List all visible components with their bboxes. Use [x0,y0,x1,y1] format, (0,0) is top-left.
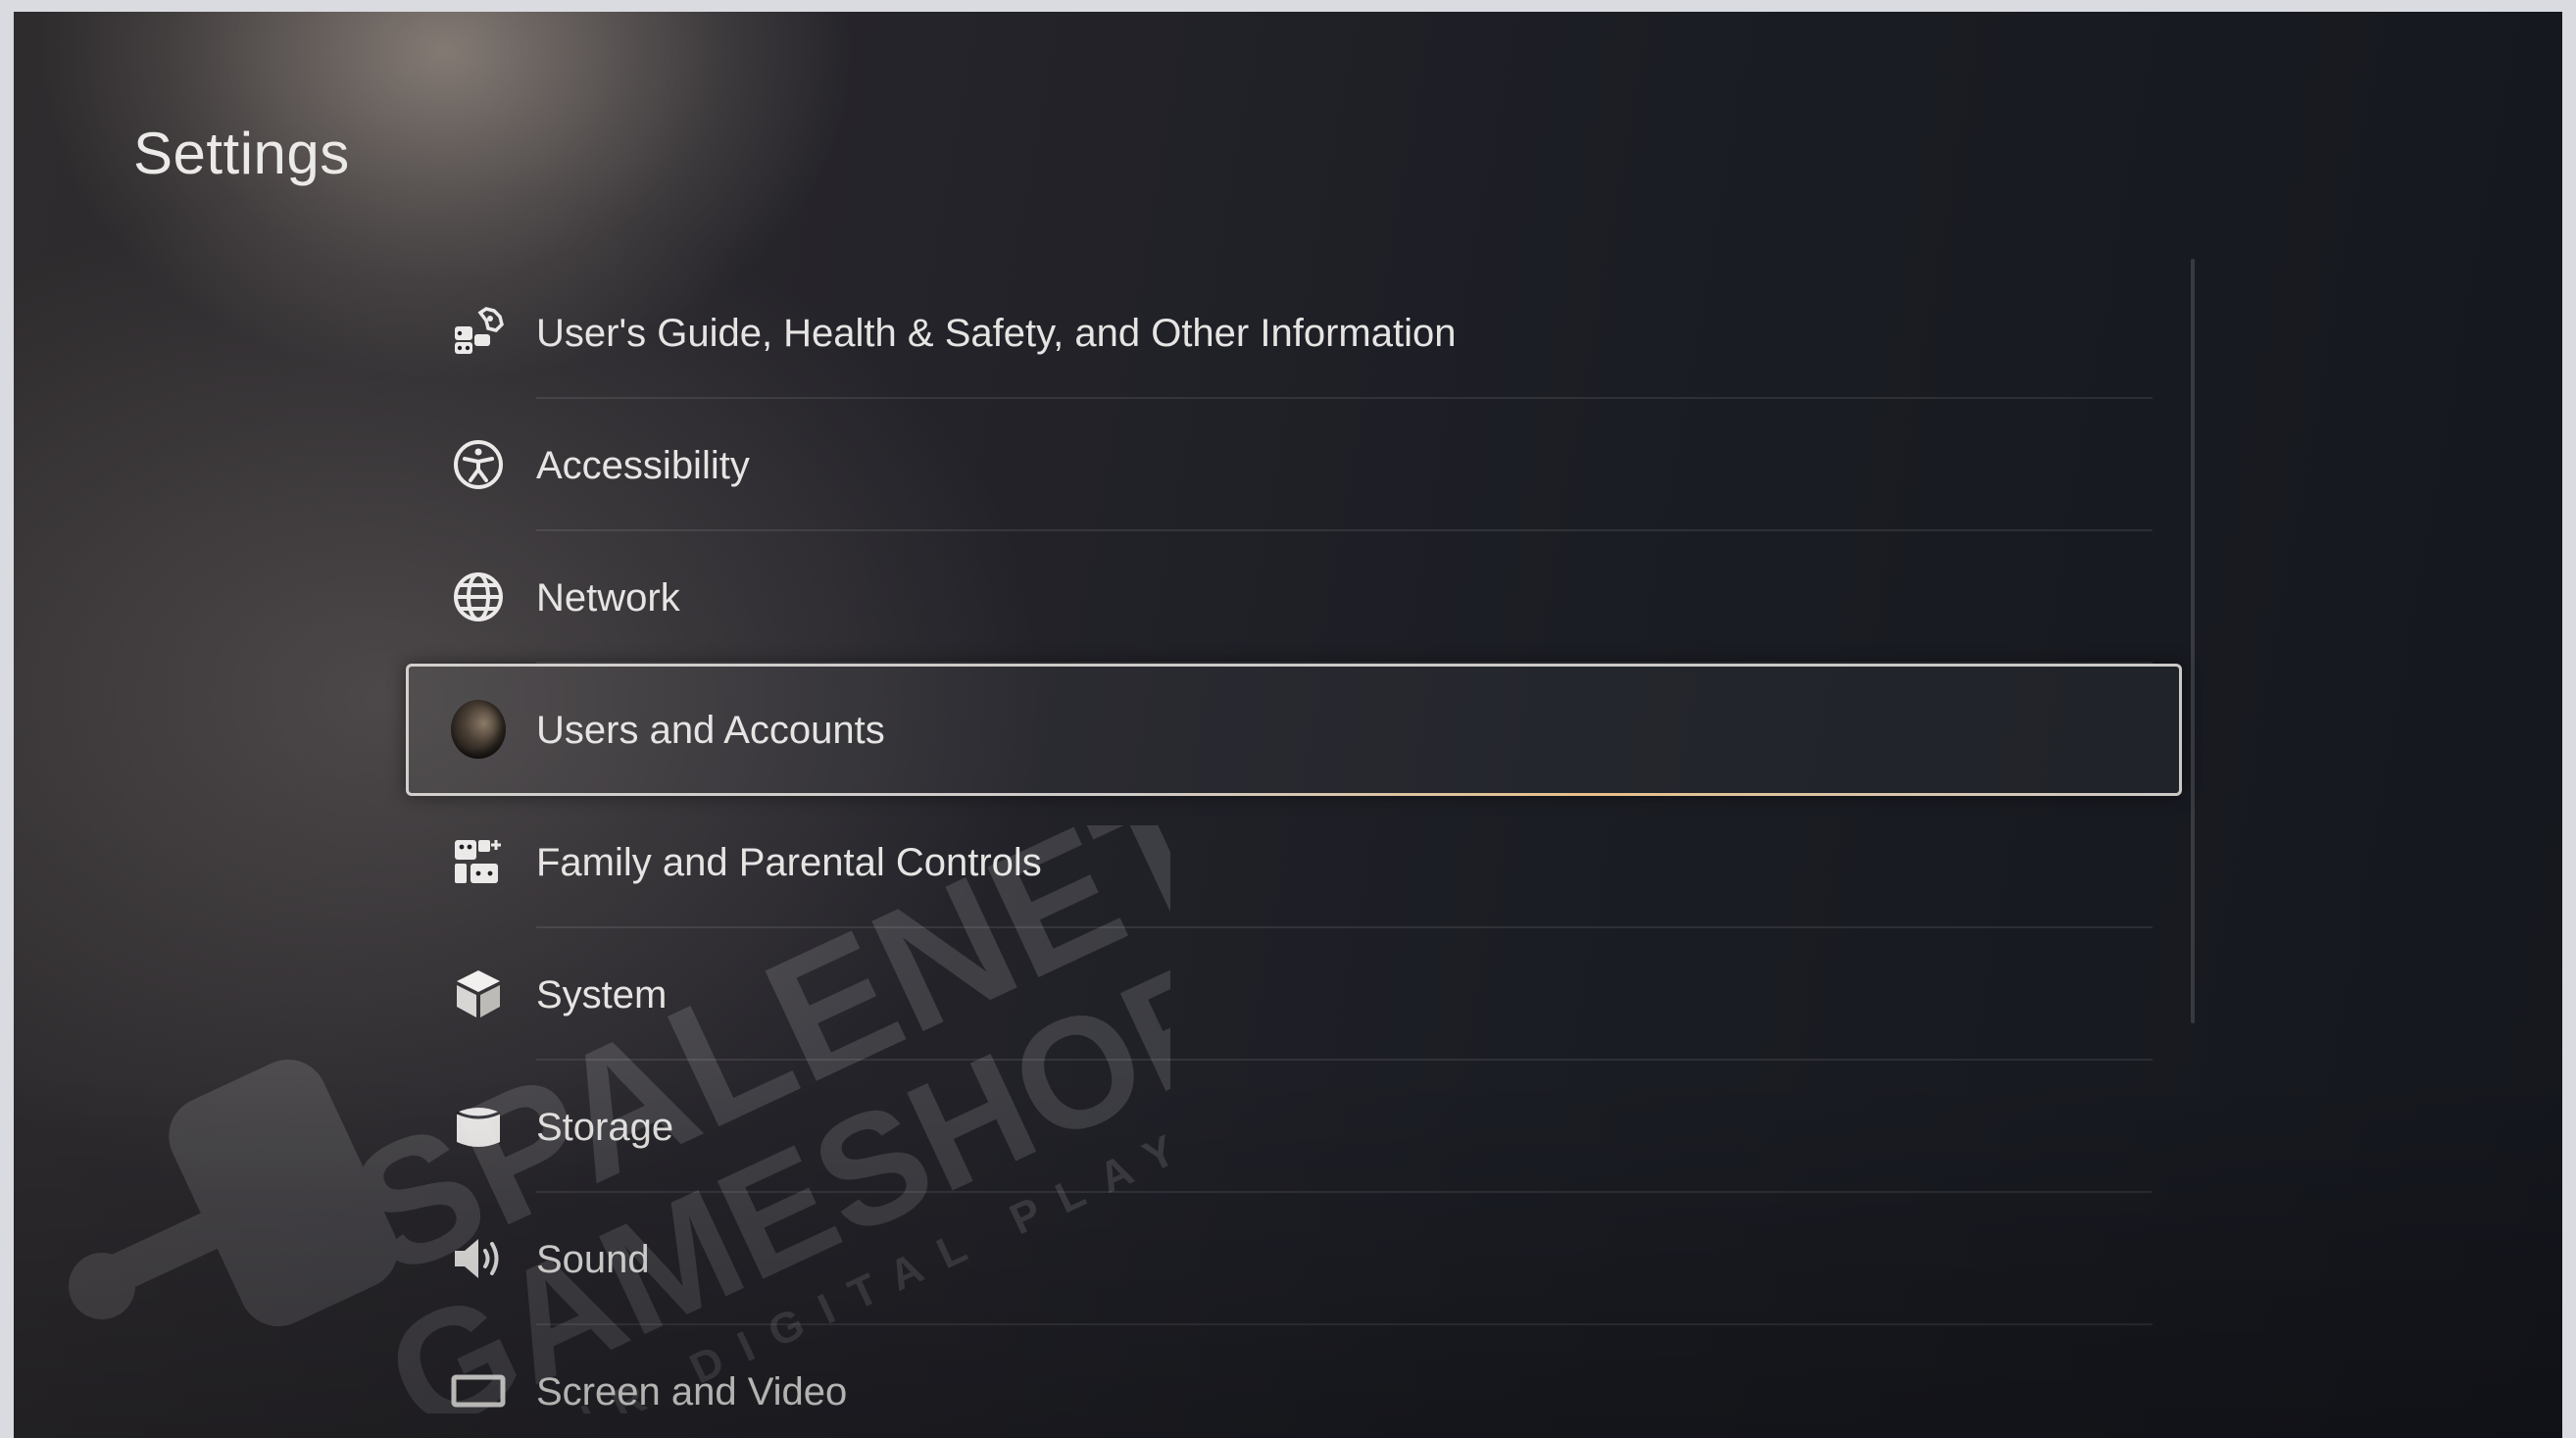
menu-item-label: User's Guide, Health & Safety, and Other… [536,312,1457,355]
menu-item-users-and-accounts[interactable]: Users and Accounts [406,664,2182,796]
menu-item-label: Sound [536,1238,650,1281]
accessibility-icon [451,437,506,492]
scrollbar[interactable] [2191,259,2195,1023]
speaker-icon [451,1231,506,1286]
page-title: Settings [133,121,350,186]
menu-item-label: Screen and Video [536,1370,848,1413]
menu-item-accessibility[interactable]: Accessibility [406,399,2182,531]
family-icon [451,834,506,889]
settings-screen: Settings User's Guide, Health & Safety, … [14,12,2562,1438]
menu-item-family-parental-controls[interactable]: Family and Parental Controls [406,796,2182,928]
menu-item-label: Network [536,576,680,620]
screen-icon [451,1364,506,1418]
menu-item-sound[interactable]: Sound [406,1193,2182,1325]
user-avatar-icon [451,700,506,759]
globe-icon [451,570,506,624]
menu-item-label: Users and Accounts [536,709,885,752]
menu-item-network[interactable]: Network [406,531,2182,664]
menu-item-label: System [536,973,668,1017]
menu-item-screen-and-video[interactable]: Screen and Video [406,1325,2182,1438]
guide-icon [451,305,506,360]
menu-item-label: Storage [536,1106,674,1149]
menu-item-label: Accessibility [536,444,750,487]
menu-item-storage[interactable]: Storage [406,1061,2182,1193]
cube-icon [451,967,506,1021]
menu-item-system[interactable]: System [406,928,2182,1061]
avatar [451,700,506,759]
settings-menu: User's Guide, Health & Safety, and Other… [406,267,2182,1438]
menu-item-users-guide[interactable]: User's Guide, Health & Safety, and Other… [406,267,2182,399]
storage-icon [451,1099,506,1154]
menu-item-label: Family and Parental Controls [536,841,1042,884]
